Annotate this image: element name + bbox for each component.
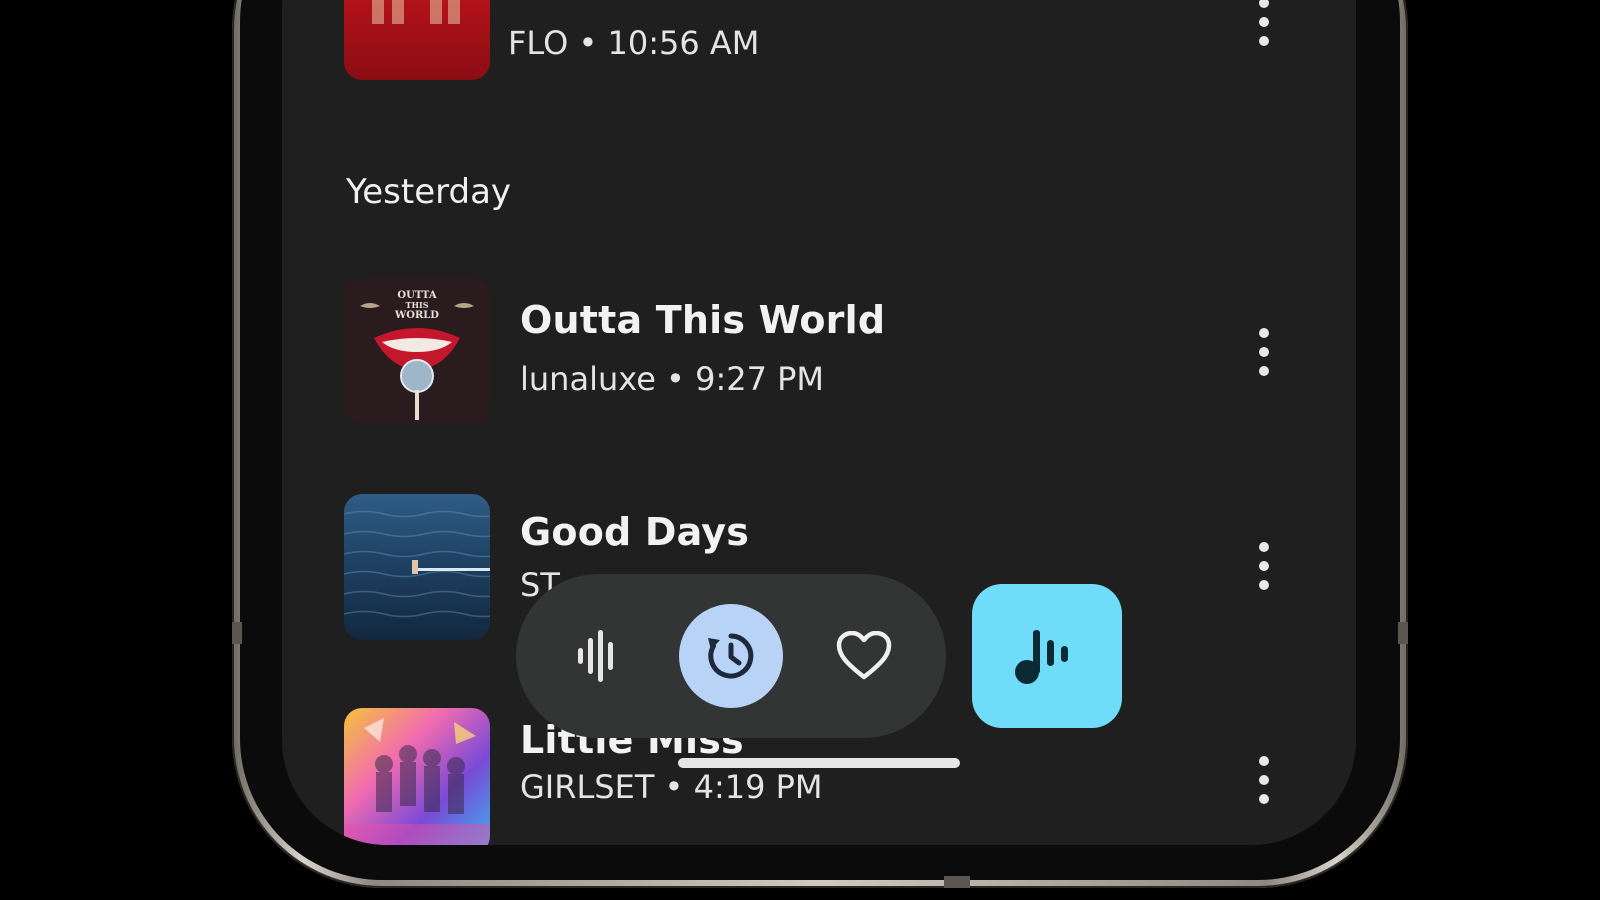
home-gesture-bar[interactable]: [678, 758, 960, 768]
list-item-subtitle: GIRLSET • 4:19 PM: [520, 768, 823, 806]
bottom-navigation-bar: [516, 574, 946, 738]
more-options-icon[interactable]: [1254, 0, 1274, 46]
album-art-group-graphic: [344, 718, 490, 845]
list-item-subtitle: lunaluxe • 9:27 PM: [520, 360, 825, 398]
nav-now-playing-button[interactable]: [546, 604, 650, 708]
album-art-ocean-graphic: [344, 510, 490, 618]
list-item-subtitle: FLO • 10:56 AM: [508, 24, 760, 62]
nav-history-button[interactable]: [679, 604, 783, 708]
more-options-icon[interactable]: [1254, 756, 1274, 804]
stage: FLO • 10:56 AM Yesterday OUTTA THIS WORL…: [0, 0, 1600, 900]
heart-icon: [836, 631, 892, 680]
album-art-outta-this-world: OUTTA THIS WORLD: [344, 278, 490, 424]
album-art-flo: [344, 0, 490, 80]
list-item-flo[interactable]: FLO • 10:56 AM: [282, 0, 1356, 90]
list-item-title: Good Days: [520, 510, 750, 554]
more-options-icon[interactable]: [1254, 328, 1274, 376]
recognize-song-button[interactable]: [972, 584, 1122, 728]
svg-text:THIS: THIS: [405, 300, 428, 310]
phone-antenna-line-left: [232, 622, 242, 644]
album-art-little-miss: [344, 708, 490, 845]
svg-text:WORLD: WORLD: [394, 310, 439, 321]
list-item-outta-this-world[interactable]: OUTTA THIS WORLD Outta This World lunalu…: [282, 272, 1356, 442]
phone-antenna-line-bottom: [944, 876, 970, 888]
waveform-icon: [578, 630, 613, 682]
list-item-title: Outta This World: [520, 298, 886, 342]
nav-favorites-button[interactable]: [812, 604, 916, 708]
phone-antenna-line-right: [1398, 622, 1408, 644]
phone-screen: FLO • 10:56 AM Yesterday OUTTA THIS WORL…: [282, 0, 1356, 845]
music-note-waveform-icon: [1015, 630, 1068, 684]
history-icon: [708, 633, 754, 679]
more-options-icon[interactable]: [1254, 542, 1274, 590]
section-header-yesterday: Yesterday: [346, 172, 512, 212]
album-art-lips-graphic: OUTTA THIS WORLD: [344, 278, 490, 424]
album-art-good-days: [344, 494, 490, 640]
album-art-flo-figures: [372, 0, 460, 24]
